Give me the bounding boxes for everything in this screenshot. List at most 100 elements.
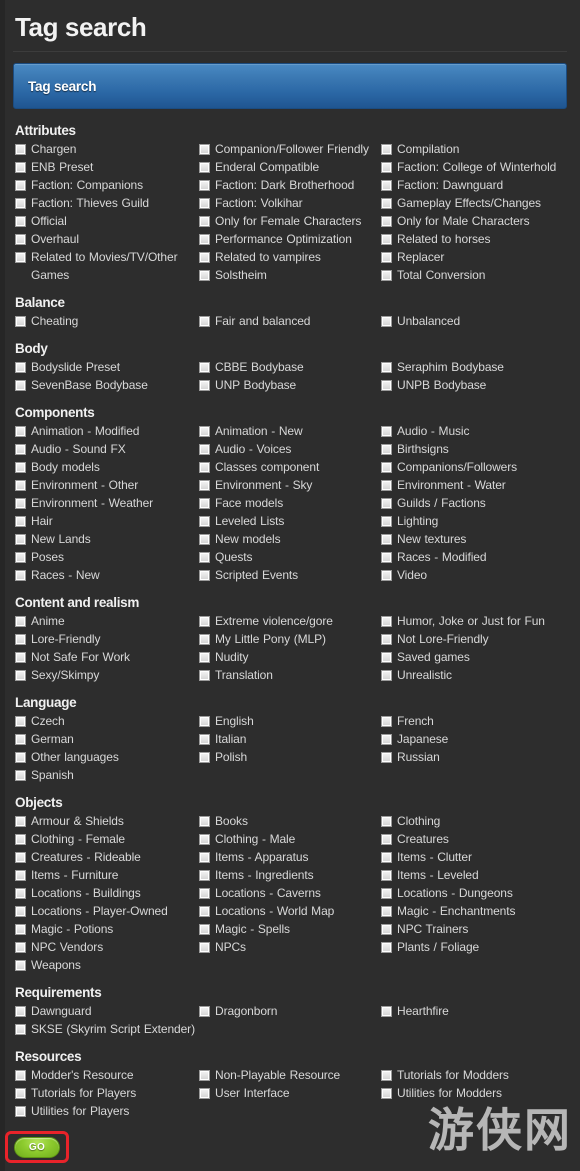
checkbox-icon[interactable] — [381, 252, 392, 264]
checkbox-icon[interactable] — [15, 552, 26, 564]
tag-checkbox-item[interactable]: SKSE (Skyrim Script Extender) — [15, 1020, 199, 1038]
checkbox-icon[interactable] — [199, 252, 210, 264]
checkbox-icon[interactable] — [15, 426, 26, 438]
tag-checkbox-item[interactable]: Creatures — [381, 830, 580, 848]
checkbox-icon[interactable] — [199, 924, 210, 936]
checkbox-icon[interactable] — [199, 426, 210, 438]
tag-checkbox-item[interactable]: Birthsigns — [381, 440, 580, 458]
tag-checkbox-item[interactable]: Locations - Caverns — [199, 884, 381, 902]
checkbox-icon[interactable] — [381, 752, 392, 764]
tag-checkbox-item[interactable]: Quests — [199, 548, 381, 566]
tag-checkbox-item[interactable]: Creatures - Rideable — [15, 848, 199, 866]
checkbox-icon[interactable] — [381, 162, 392, 174]
checkbox-icon[interactable] — [381, 270, 392, 282]
checkbox-icon[interactable] — [381, 552, 392, 564]
tag-checkbox-item[interactable]: Saved games — [381, 648, 580, 666]
tag-checkbox-item[interactable]: Solstheim — [199, 266, 381, 284]
checkbox-icon[interactable] — [381, 906, 392, 918]
tag-checkbox-item[interactable]: Chargen — [15, 140, 199, 158]
checkbox-icon[interactable] — [381, 852, 392, 864]
checkbox-icon[interactable] — [199, 198, 210, 210]
go-button[interactable]: GO — [14, 1137, 60, 1159]
checkbox-icon[interactable] — [381, 716, 392, 728]
tag-checkbox-item[interactable]: ENB Preset — [15, 158, 199, 176]
tag-checkbox-item[interactable]: Not Lore-Friendly — [381, 630, 580, 648]
tag-checkbox-item[interactable]: Video — [381, 566, 580, 584]
checkbox-icon[interactable] — [381, 888, 392, 900]
tag-checkbox-item[interactable]: Books — [199, 812, 381, 830]
checkbox-icon[interactable] — [381, 198, 392, 210]
checkbox-icon[interactable] — [15, 498, 26, 510]
tag-checkbox-item[interactable]: Faction: Dark Brotherhood — [199, 176, 381, 194]
checkbox-icon[interactable] — [15, 444, 26, 456]
checkbox-icon[interactable] — [199, 552, 210, 564]
tag-checkbox-item[interactable]: My Little Pony (MLP) — [199, 630, 381, 648]
tag-checkbox-item[interactable]: Face models — [199, 494, 381, 512]
checkbox-icon[interactable] — [381, 216, 392, 228]
tag-checkbox-item[interactable]: Items - Furniture — [15, 866, 199, 884]
checkbox-icon[interactable] — [381, 234, 392, 246]
checkbox-icon[interactable] — [15, 834, 26, 846]
checkbox-icon[interactable] — [199, 498, 210, 510]
checkbox-icon[interactable] — [15, 216, 26, 228]
tag-checkbox-item[interactable]: New textures — [381, 530, 580, 548]
checkbox-icon[interactable] — [15, 144, 26, 156]
checkbox-icon[interactable] — [199, 1088, 210, 1100]
tag-checkbox-item[interactable]: Replacer — [381, 248, 580, 266]
checkbox-icon[interactable] — [199, 752, 210, 764]
tag-checkbox-item[interactable]: Bodyslide Preset — [15, 358, 199, 376]
tag-checkbox-item[interactable]: Audio - Music — [381, 422, 580, 440]
checkbox-icon[interactable] — [381, 924, 392, 936]
checkbox-icon[interactable] — [15, 960, 26, 972]
checkbox-icon[interactable] — [199, 180, 210, 192]
checkbox-icon[interactable] — [199, 670, 210, 682]
checkbox-icon[interactable] — [381, 634, 392, 646]
tag-checkbox-item[interactable]: Races - New — [15, 566, 199, 584]
checkbox-icon[interactable] — [381, 516, 392, 528]
checkbox-icon[interactable] — [15, 670, 26, 682]
tag-checkbox-item[interactable]: Plants / Foliage — [381, 938, 580, 956]
checkbox-icon[interactable] — [381, 180, 392, 192]
checkbox-icon[interactable] — [199, 362, 210, 374]
checkbox-icon[interactable] — [381, 670, 392, 682]
tag-checkbox-item[interactable]: Races - Modified — [381, 548, 580, 566]
checkbox-icon[interactable] — [15, 462, 26, 474]
checkbox-icon[interactable] — [15, 870, 26, 882]
tag-checkbox-item[interactable]: Scripted Events — [199, 566, 381, 584]
tag-checkbox-item[interactable]: Items - Clutter — [381, 848, 580, 866]
checkbox-icon[interactable] — [381, 816, 392, 828]
checkbox-icon[interactable] — [199, 834, 210, 846]
tag-search-bar[interactable]: Tag search — [13, 63, 567, 110]
tag-checkbox-item[interactable]: Locations - Dungeons — [381, 884, 580, 902]
tag-checkbox-item[interactable]: Hearthfire — [381, 1002, 580, 1020]
tag-checkbox-item[interactable]: Faction: Volkihar — [199, 194, 381, 212]
checkbox-icon[interactable] — [15, 1024, 26, 1036]
tag-checkbox-item[interactable]: Only for Female Characters — [199, 212, 381, 230]
checkbox-icon[interactable] — [15, 1088, 26, 1100]
checkbox-icon[interactable] — [199, 734, 210, 746]
tag-checkbox-item[interactable]: Environment - Sky — [199, 476, 381, 494]
tag-checkbox-item[interactable]: German — [15, 730, 199, 748]
tag-checkbox-item[interactable]: Clothing - Male — [199, 830, 381, 848]
tag-checkbox-item[interactable]: User Interface — [199, 1084, 381, 1102]
checkbox-icon[interactable] — [15, 770, 26, 782]
tag-checkbox-item[interactable]: Unbalanced — [381, 312, 580, 330]
checkbox-icon[interactable] — [199, 652, 210, 664]
tag-checkbox-item[interactable]: Guilds / Factions — [381, 494, 580, 512]
checkbox-icon[interactable] — [381, 498, 392, 510]
checkbox-icon[interactable] — [199, 216, 210, 228]
tag-checkbox-item[interactable]: Environment - Other — [15, 476, 199, 494]
tag-checkbox-item[interactable]: Magic - Enchantments — [381, 902, 580, 920]
tag-checkbox-item[interactable]: UNPB Bodybase — [381, 376, 580, 394]
tag-checkbox-item[interactable]: Poses — [15, 548, 199, 566]
checkbox-icon[interactable] — [381, 870, 392, 882]
checkbox-icon[interactable] — [15, 942, 26, 954]
tag-checkbox-item[interactable]: Items - Ingredients — [199, 866, 381, 884]
tag-checkbox-item[interactable]: Official — [15, 212, 199, 230]
tag-checkbox-item[interactable]: Faction: Companions — [15, 176, 199, 194]
checkbox-icon[interactable] — [381, 942, 392, 954]
checkbox-icon[interactable] — [381, 734, 392, 746]
tag-checkbox-item[interactable]: Unrealistic — [381, 666, 580, 684]
tag-checkbox-item[interactable]: Dragonborn — [199, 1002, 381, 1020]
checkbox-icon[interactable] — [199, 1006, 210, 1018]
